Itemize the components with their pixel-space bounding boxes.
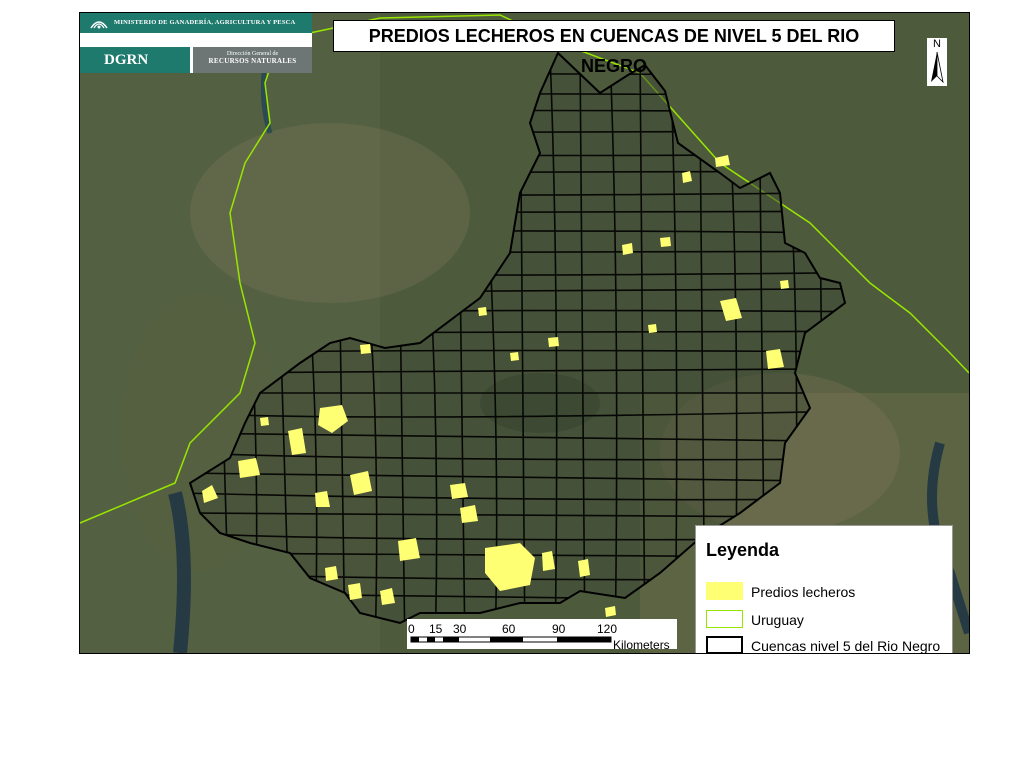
- legend-label-uruguay: Uruguay: [751, 612, 804, 628]
- dgrn-logo: MINISTERIO DE GANADERÍA, AGRICULTURA Y P…: [80, 13, 312, 73]
- north-arrow-icon: [931, 51, 944, 84]
- logo-top-band: MINISTERIO DE GANADERÍA, AGRICULTURA Y P…: [80, 13, 312, 33]
- legend-item-basins: Cuencas nivel 5 del Rio Negro: [706, 636, 952, 654]
- logo-subtitle: Dirección General de RECURSOS NATURALES: [193, 47, 312, 73]
- legend-item-dairy-farms: Predios lecheros: [706, 582, 952, 602]
- ministry-emblem-icon: [90, 21, 108, 29]
- scale-tick-0: 0: [408, 622, 415, 636]
- legend: Leyenda Predios lecheros Uruguay Cuencas…: [695, 525, 953, 654]
- ministry-name: MINISTERIO DE GANADERÍA, AGRICULTURA Y P…: [114, 19, 296, 26]
- scale-tick-60: 60: [502, 622, 516, 636]
- legend-swatch-basins: [706, 636, 743, 653]
- legend-label-basins: Cuencas nivel 5 del Rio Negro: [751, 638, 941, 654]
- scale-bar: 0 15 30 60 90 120 Kilometers: [407, 619, 677, 652]
- map-title: PREDIOS LECHEROS EN CUENCAS DE NIVEL 5 D…: [333, 20, 895, 76]
- logo-acronym: DGRN: [80, 47, 190, 73]
- legend-item-uruguay: Uruguay: [706, 610, 952, 630]
- north-arrow: N: [927, 38, 947, 86]
- legend-swatch-uruguay: [706, 610, 743, 628]
- scale-tick-30: 30: [453, 622, 467, 636]
- scale-tick-90: 90: [552, 622, 566, 636]
- legend-swatch-dairy-farms: [706, 582, 743, 600]
- logo-bottom-band: DGRN Dirección General de RECURSOS NATUR…: [80, 47, 312, 73]
- logo-subtitle-line2: RECURSOS NATURALES: [208, 57, 297, 65]
- legend-label-dairy-farms: Predios lecheros: [751, 584, 856, 600]
- map-frame[interactable]: MINISTERIO DE GANADERÍA, AGRICULTURA Y P…: [79, 12, 970, 654]
- legend-title: Leyenda: [706, 540, 780, 560]
- scale-unit: Kilometers: [613, 638, 670, 652]
- scale-tick-120: 120: [597, 622, 618, 636]
- scale-tick-15: 15: [429, 622, 443, 636]
